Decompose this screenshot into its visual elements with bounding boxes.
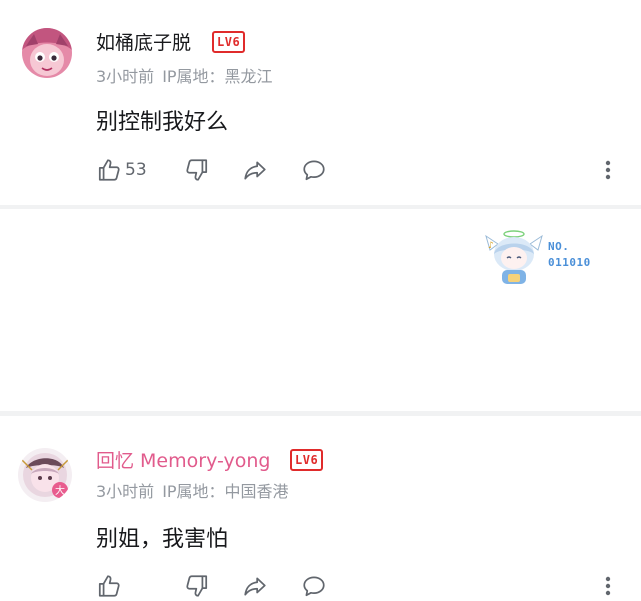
dislike-button[interactable] xyxy=(184,571,210,601)
username[interactable]: 如桶底子脱 xyxy=(96,28,191,55)
comment-meta: 3小时前 IP属地：中国香港 xyxy=(96,478,289,502)
comment-time: 3小时前 xyxy=(96,482,155,501)
divider xyxy=(0,411,641,416)
fan-decoration-card[interactable]: ♪ NO. 011010 xyxy=(484,226,596,288)
reply-bubble-icon xyxy=(303,160,325,181)
character-sticker-icon: ♪ xyxy=(485,230,543,284)
level-badge: LV6 xyxy=(212,31,246,53)
svg-text:大: 大 xyxy=(55,484,65,497)
dislike-button[interactable] xyxy=(184,155,210,185)
more-button[interactable] xyxy=(598,155,618,185)
thumbs-down-icon xyxy=(186,575,208,597)
reply-button[interactable] xyxy=(301,571,327,601)
svg-text:♪: ♪ xyxy=(488,241,494,251)
like-button[interactable]: 53 xyxy=(96,155,147,185)
share-button[interactable] xyxy=(242,571,268,601)
ip-location: IP属地：黑龙江 xyxy=(162,67,273,86)
reply-button[interactable] xyxy=(301,155,327,185)
comment-text: 别控制我好么 xyxy=(96,110,229,135)
ip-location: IP属地：中国香港 xyxy=(162,482,289,501)
avatar[interactable] xyxy=(22,28,72,78)
thumbs-up-icon xyxy=(98,575,120,597)
share-button[interactable] xyxy=(242,155,268,185)
share-icon xyxy=(244,577,266,596)
thumbs-up-icon xyxy=(98,159,120,181)
more-vertical-icon xyxy=(605,160,611,180)
like-button[interactable] xyxy=(96,571,125,601)
decoration-number: 011010 xyxy=(548,256,591,269)
level-badge: LV6 xyxy=(290,449,324,471)
like-count: 53 xyxy=(125,160,147,180)
more-vertical-icon xyxy=(605,576,611,596)
more-button[interactable] xyxy=(598,571,618,601)
decoration-label: NO. xyxy=(548,240,570,253)
share-icon xyxy=(244,161,266,180)
comment-text: 别姐，我害怕 xyxy=(96,527,229,552)
comment-time: 3小时前 xyxy=(96,67,155,86)
comment-item: 如桶底子脱 LV6 3小时前 IP属地：黑龙江 别控制我好么 53 xyxy=(0,0,641,205)
divider xyxy=(0,205,641,209)
reply-bubble-icon xyxy=(303,576,325,597)
username[interactable]: 回忆 Memory-yong xyxy=(96,446,270,473)
comment-meta: 3小时前 IP属地：黑龙江 xyxy=(96,63,273,87)
avatar[interactable]: 大 xyxy=(18,448,72,502)
thumbs-down-icon xyxy=(186,159,208,181)
